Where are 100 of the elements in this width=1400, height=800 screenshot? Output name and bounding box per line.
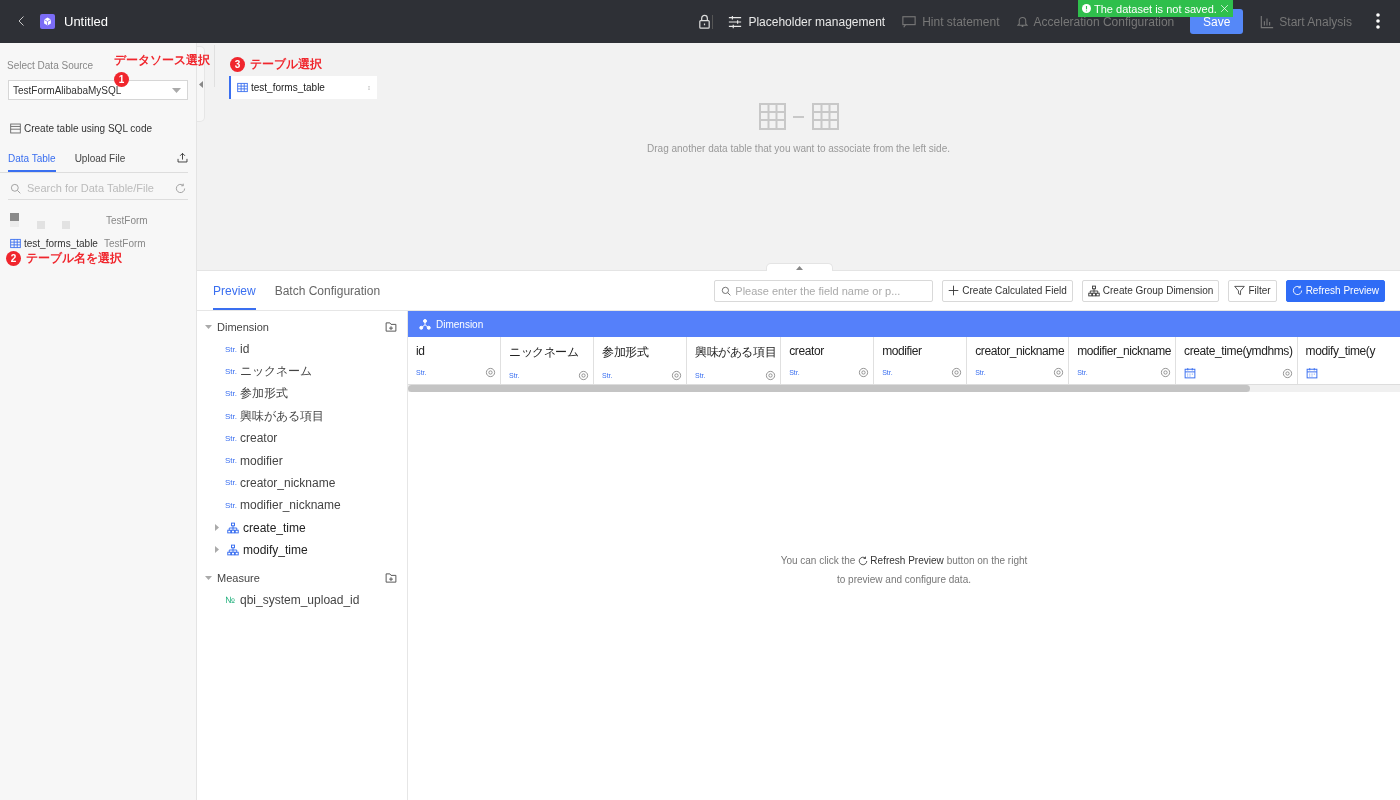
sql-table-icon xyxy=(10,123,21,134)
field-item[interactable]: creator_nickname xyxy=(240,475,336,490)
table-source: TestForm xyxy=(103,238,146,249)
field-item[interactable]: id xyxy=(240,342,250,357)
more-icon[interactable] xyxy=(1376,12,1380,29)
string-type-icon: Str. xyxy=(225,500,236,510)
column-name: ニックネーム xyxy=(509,344,579,361)
annotation-label: テーブル名を選択 xyxy=(26,250,122,267)
table-search-field[interactable]: Search for Data Table/File xyxy=(27,182,169,194)
table-list-item[interactable]: test_forms_table xyxy=(24,238,98,249)
add-folder-icon xyxy=(385,571,397,584)
scrollbar-thumb[interactable] xyxy=(408,385,1250,392)
refresh-icon xyxy=(858,555,869,566)
refresh-icon xyxy=(1291,285,1303,296)
hierarchy-icon xyxy=(227,543,239,556)
gear-icon xyxy=(1053,367,1065,378)
refresh-icon xyxy=(175,182,186,194)
gear-icon xyxy=(578,370,589,381)
field-item[interactable]: modifier_nickname xyxy=(240,498,341,513)
field-item[interactable]: create_time xyxy=(243,520,306,535)
column-name: creator_nickname xyxy=(975,344,1065,358)
plus-icon xyxy=(948,285,960,296)
refresh-preview-button[interactable]: Refresh Preview xyxy=(1285,279,1385,302)
data-source-label: Select Data Source xyxy=(7,60,94,71)
warning-icon xyxy=(1082,4,1091,13)
placeholder-management-button[interactable]: Placeholder management xyxy=(727,14,886,29)
field-item[interactable]: qbi_system_upload_id xyxy=(240,593,360,608)
expand-caret-icon[interactable] xyxy=(205,325,212,329)
expand-handle[interactable] xyxy=(766,263,833,271)
table-source: TestForm xyxy=(106,215,148,226)
dimension-header-bar: Dimension xyxy=(408,311,1400,337)
gear-icon xyxy=(1160,367,1172,378)
gear-icon xyxy=(765,370,777,381)
column-name: modifier xyxy=(882,344,922,358)
field-item[interactable]: modify_time xyxy=(243,542,308,557)
field-item[interactable]: ニックネーム xyxy=(240,362,312,380)
gear-icon xyxy=(951,367,963,378)
expand-caret-icon[interactable] xyxy=(215,546,219,554)
field-item[interactable]: creator xyxy=(240,431,278,446)
refresh-preview-link[interactable]: Refresh Preview xyxy=(870,555,944,566)
lock-icon xyxy=(697,14,713,29)
gear-icon xyxy=(485,367,496,378)
gear-icon xyxy=(1281,367,1293,379)
create-group-dimension-button[interactable]: Create Group Dimension xyxy=(1081,279,1220,302)
table-icon xyxy=(10,238,21,249)
expand-caret-icon[interactable] xyxy=(215,524,219,531)
create-calculated-field-button[interactable]: Create Calculated Field xyxy=(942,279,1073,302)
string-type-icon: Str. xyxy=(225,366,236,376)
dimension-icon xyxy=(419,318,431,330)
annotation-label: データソース選択 xyxy=(114,52,210,69)
field-item[interactable]: 興味がある項目 xyxy=(240,407,324,425)
funnel-icon xyxy=(1234,285,1246,296)
upload-icon xyxy=(177,152,188,163)
string-type-icon: Str. xyxy=(225,344,236,354)
add-folder-icon xyxy=(385,321,397,333)
string-type-icon: Str. xyxy=(225,411,236,421)
canvas-hint: Drag another data table that you want to associate from the left side. xyxy=(647,143,950,154)
table-join-icon xyxy=(758,103,839,130)
search-icon xyxy=(10,182,21,194)
sliders-icon xyxy=(727,14,744,29)
column-name: 興味がある項目 xyxy=(695,344,777,361)
cube-logo-icon xyxy=(40,14,55,29)
hierarchy-icon xyxy=(1087,284,1100,297)
canvas-table-card[interactable]: test_forms_table xyxy=(229,76,377,99)
search-icon xyxy=(721,285,732,296)
field-group-label[interactable]: Dimension xyxy=(217,321,385,333)
number-type-icon: № xyxy=(225,595,236,606)
empty-hint-text: You can click the xyxy=(780,555,856,566)
annotation-label: テーブル選択 xyxy=(250,56,322,73)
dropdown-arrow-icon xyxy=(172,87,181,93)
empty-hint-text: to preview and configure data. xyxy=(837,574,971,585)
bar-chart-icon xyxy=(1260,14,1275,29)
column-name: create_time(ymdhms) xyxy=(1184,344,1293,358)
expand-caret-icon[interactable] xyxy=(205,575,212,580)
speech-icon xyxy=(901,14,918,29)
gear-icon xyxy=(858,367,870,378)
source-tab[interactable]: Upload File xyxy=(74,152,126,172)
field-search-field[interactable]: Please enter the field name or p... xyxy=(714,279,934,302)
bell-icon xyxy=(1015,15,1029,28)
field-item[interactable]: modifier xyxy=(240,453,283,468)
gear-icon xyxy=(671,370,682,381)
preview-tab[interactable]: Preview xyxy=(213,271,256,310)
column-name: 参加形式 xyxy=(602,344,649,361)
hierarchy-icon xyxy=(227,521,239,534)
sql-create-link[interactable]: Create table using SQL code xyxy=(24,123,153,134)
field-group-label[interactable]: Measure xyxy=(217,571,385,584)
string-type-icon: Str. xyxy=(225,389,236,399)
empty-hint-text: button on the right xyxy=(946,555,1028,566)
calendar-icon xyxy=(1305,367,1318,379)
close-icon xyxy=(1219,4,1229,13)
preview-tab[interactable]: Batch Configuration xyxy=(274,271,381,310)
column-name: id xyxy=(416,344,425,358)
dataset-title: Untitled xyxy=(64,14,109,29)
column-name: creator xyxy=(789,344,824,358)
field-item[interactable]: 参加形式 xyxy=(240,385,288,403)
string-type-icon: Str. xyxy=(225,478,236,488)
source-tab[interactable]: Data Table xyxy=(8,152,56,172)
string-type-icon: Str. xyxy=(225,433,236,443)
filter-button[interactable]: Filter xyxy=(1228,279,1277,302)
table-icon xyxy=(237,82,248,93)
